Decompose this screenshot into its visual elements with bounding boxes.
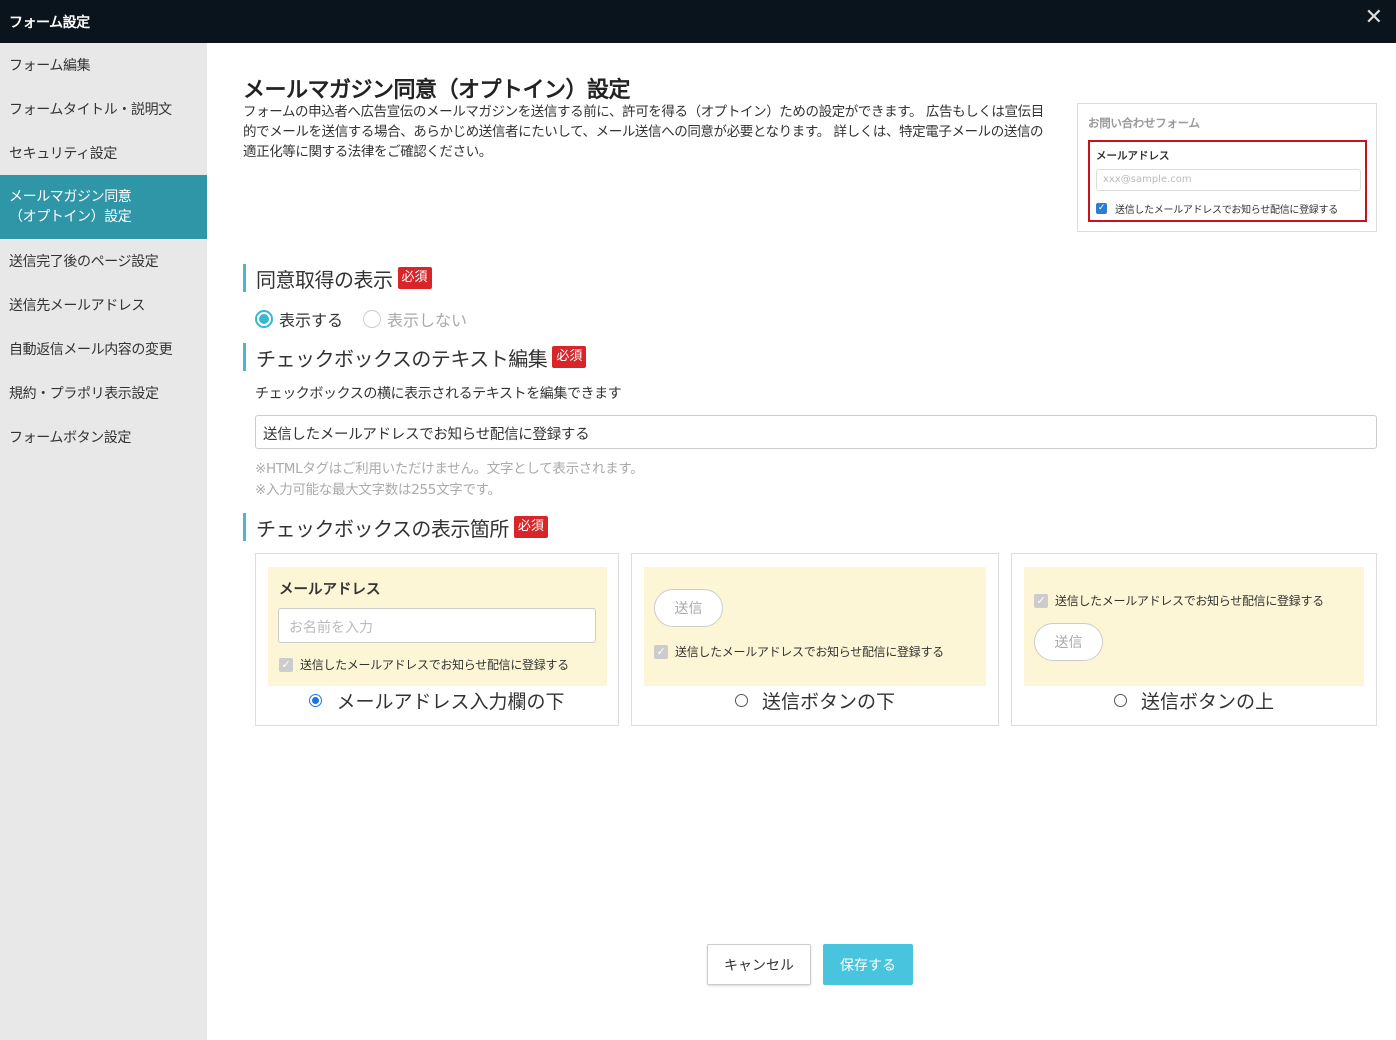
input-notes: ※HTMLタグはご利用いただけません。文字として表示されます。 ※入力可能な最大… — [255, 459, 644, 501]
card-checkbox-text: 送信したメールアドレスでお知らせ配信に登録する — [675, 645, 944, 659]
section-title: チェックボックスの表示箇所 — [256, 516, 509, 541]
card-preview: ✓ 送信したメールアドレスでお知らせ配信に登録する 送信 — [1024, 567, 1364, 686]
main-content: メールマガジン同意（オプトイン）設定 フォームの申込者へ広告宣伝のメールマガジン… — [207, 43, 1396, 1040]
preview-highlight-box: メールアドレス xxx@sample.com ✓ 送信したメールアドレスでお知ら… — [1088, 140, 1367, 222]
checkbox-checked-icon: ✓ — [1034, 593, 1048, 608]
card-checkbox-text: 送信したメールアドレスでお知らせ配信に登録する — [1055, 594, 1324, 608]
option-label: メールアドレス入力欄の下 — [336, 691, 565, 713]
position-card-below-button[interactable]: 送信 ✓ 送信したメールアドレスでお知らせ配信に登録する 送信ボタンの下 — [631, 553, 999, 726]
card-preview: 送信 ✓ 送信したメールアドレスでお知らせ配信に登録する — [644, 567, 986, 686]
sidebar-item-label: フォーム編集 — [9, 58, 91, 74]
required-badge: 必須 — [513, 516, 548, 538]
option-below-button[interactable]: 送信ボタンの下 — [632, 687, 998, 714]
card-name-input: お名前を入力 — [278, 608, 596, 643]
page-description: フォームの申込者へ広告宣伝のメールマガジンを送信する前に、許可を得る（オプトイン… — [243, 104, 1044, 160]
card-checkbox-row: ✓ 送信したメールアドレスでお知らせ配信に登録する — [1034, 592, 1324, 609]
save-button[interactable]: 保存する — [823, 944, 913, 985]
radio-show-label[interactable]: 表示する — [279, 307, 343, 331]
sidebar-item-thanks-page[interactable]: 送信完了後のページ設定 — [0, 239, 207, 283]
section-heading-display: 同意取得の表示 必須 — [243, 264, 432, 292]
card-send-button: 送信 — [654, 589, 723, 627]
card-checkbox-text: 送信したメールアドレスでお知らせ配信に登録する — [300, 658, 569, 672]
preview-email-input: xxx@sample.com — [1096, 169, 1361, 191]
sidebar-item-label: フォームボタン設定 — [9, 430, 131, 446]
window-title: フォーム設定 — [9, 15, 90, 31]
section-heading-position: チェックボックスの表示箇所 必須 — [243, 513, 548, 541]
preview-checkbox-text: 送信したメールアドレスでお知らせ配信に登録する — [1115, 205, 1338, 216]
checkbox-text-input[interactable]: 送信したメールアドレスでお知らせ配信に登録する — [255, 415, 1377, 449]
radio-hide[interactable] — [363, 310, 382, 328]
sidebar-item-terms[interactable]: 規約・プラポリ表示設定 — [0, 371, 207, 415]
card-preview: メールアドレス お名前を入力 ✓ 送信したメールアドレスでお知らせ配信に登録する — [268, 567, 607, 686]
sidebar-item-label: メールマガジン同意 （オプトイン）設定 — [9, 189, 132, 225]
section-title: チェックボックスのテキスト編集 — [256, 346, 548, 371]
sidebar-item-label: フォームタイトル・説明文 — [9, 102, 172, 118]
sidebar-item-security[interactable]: セキュリティ設定 — [0, 131, 207, 175]
display-radio-group: 表示する 表示しない — [255, 307, 487, 331]
radio-unselected-icon[interactable] — [1113, 694, 1127, 707]
checkbox-checked-icon: ✓ — [1096, 203, 1107, 214]
card-email-label: メールアドレス — [279, 582, 381, 598]
required-badge: 必須 — [552, 346, 587, 368]
option-above-button[interactable]: 送信ボタンの上 — [1012, 687, 1376, 714]
section-title: 同意取得の表示 — [256, 267, 393, 292]
position-card-below-input[interactable]: メールアドレス お名前を入力 ✓ 送信したメールアドレスでお知らせ配信に登録する… — [255, 553, 619, 726]
option-label: 送信ボタンの下 — [761, 691, 895, 713]
sidebar-item-form-edit[interactable]: フォーム編集 — [0, 43, 207, 87]
section-heading-text: チェックボックスのテキスト編集 必須 — [243, 343, 587, 371]
title-bar: フォーム設定 ✕ — [0, 0, 1396, 43]
card-send-button: 送信 — [1034, 623, 1103, 661]
radio-hide-label[interactable]: 表示しない — [387, 307, 467, 331]
sidebar-item-recipient[interactable]: 送信先メールアドレス — [0, 283, 207, 327]
cancel-button[interactable]: キャンセル — [707, 944, 811, 985]
checkbox-checked-icon: ✓ — [654, 644, 668, 659]
sidebar-item-label: 送信完了後のページ設定 — [9, 254, 159, 270]
radio-selected-icon[interactable] — [309, 694, 323, 707]
option-label: 送信ボタンの上 — [1140, 691, 1274, 713]
preview-checkbox-row: ✓ 送信したメールアドレスでお知らせ配信に登録する — [1096, 201, 1338, 216]
note-html: ※HTMLタグはご利用いただけません。文字として表示されます。 — [255, 461, 644, 477]
radio-unselected-icon[interactable] — [734, 694, 748, 707]
sidebar-item-label: 規約・プラポリ表示設定 — [9, 386, 159, 402]
optin-preview: お問い合わせフォーム メールアドレス xxx@sample.com ✓ 送信した… — [1077, 103, 1377, 232]
sidebar-item-label: 自動返信メール内容の変更 — [9, 342, 173, 358]
sidebar-item-autoreply[interactable]: 自動返信メール内容の変更 — [0, 327, 207, 371]
sidebar-item-label: 送信先メールアドレス — [9, 298, 145, 314]
preview-email-label: メールアドレス — [1096, 150, 1170, 162]
card-checkbox-row: ✓ 送信したメールアドレスでお知らせ配信に登録する — [654, 643, 944, 660]
preview-form-title: お問い合わせフォーム — [1088, 116, 1200, 130]
position-card-above-button[interactable]: ✓ 送信したメールアドレスでお知らせ配信に登録する 送信 送信ボタンの上 — [1011, 553, 1377, 726]
radio-show[interactable] — [255, 310, 273, 328]
sidebar: フォーム編集 フォームタイトル・説明文 セキュリティ設定 メールマガジン同意 （… — [0, 43, 207, 1040]
sidebar-item-label: セキュリティ設定 — [9, 146, 117, 162]
card-checkbox-row: ✓ 送信したメールアドレスでお知らせ配信に登録する — [279, 656, 569, 673]
sidebar-item-form-button[interactable]: フォームボタン設定 — [0, 415, 207, 459]
section-description: チェックボックスの横に表示されるテキストを編集できます — [255, 386, 622, 402]
checkbox-checked-icon: ✓ — [279, 657, 293, 672]
note-maxlength: ※入力可能な最大文字数は255文字です。 — [255, 482, 501, 498]
sidebar-item-optin[interactable]: メールマガジン同意 （オプトイン）設定 — [0, 175, 207, 239]
sidebar-item-form-title[interactable]: フォームタイトル・説明文 — [0, 87, 207, 131]
required-badge: 必須 — [397, 267, 432, 289]
close-icon[interactable]: ✕ — [1365, 5, 1383, 30]
page-title: メールマガジン同意（オプトイン）設定 — [243, 78, 631, 103]
option-below-input[interactable]: メールアドレス入力欄の下 — [256, 687, 618, 714]
